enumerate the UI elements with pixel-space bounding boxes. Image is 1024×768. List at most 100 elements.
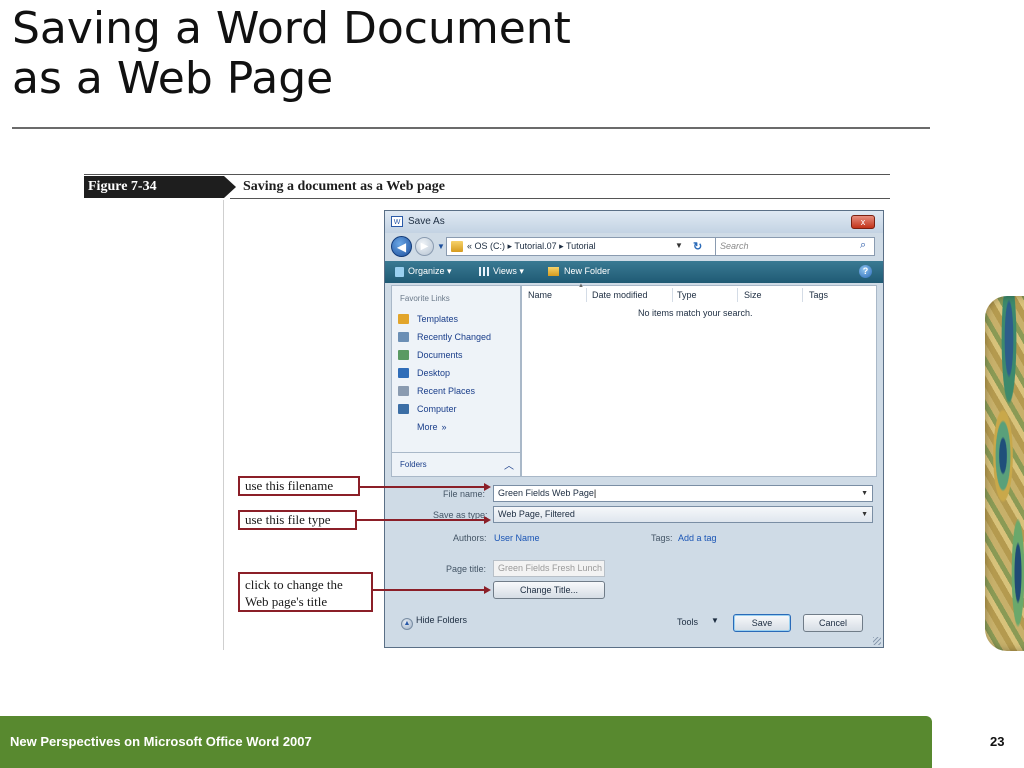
favorite-link-desktop[interactable]: Desktop xyxy=(398,364,491,382)
recent-changed-icon xyxy=(398,332,409,342)
page-title-label: Page title: xyxy=(446,564,487,574)
chevron-down-icon[interactable]: ▼ xyxy=(861,486,868,501)
back-button[interactable]: ◀ xyxy=(391,236,412,257)
column-tags[interactable]: Tags xyxy=(809,290,828,300)
favorite-link-label: Recently Changed xyxy=(417,332,492,342)
tags-label: Tags: xyxy=(651,533,673,543)
views-menu[interactable]: Views ▾ xyxy=(493,266,524,277)
callout-change-title-line1: click to change the xyxy=(245,577,343,592)
authors-label: Authors: xyxy=(453,533,487,543)
new-folder-button[interactable]: New Folder xyxy=(564,266,610,276)
favorite-link-more[interactable]: More» xyxy=(398,418,491,436)
file-name-value: Green Fields Web Page xyxy=(498,488,594,498)
favorite-link-label: Templates xyxy=(417,314,459,324)
dialog-title: Save As xyxy=(408,216,445,227)
figure-bottom-rule xyxy=(230,198,890,199)
empty-message: No items match your search. xyxy=(638,308,753,318)
callout-filename: use this filename xyxy=(238,476,360,496)
column-separator[interactable] xyxy=(802,288,803,302)
favorite-link-label: Desktop xyxy=(417,368,451,378)
favorite-link-recent-places[interactable]: Recent Places xyxy=(398,382,491,400)
crumb-tutorial[interactable]: Tutorial xyxy=(566,241,596,251)
navigation-pane: Favorite Links Templates Recently Changed… xyxy=(391,285,521,477)
column-separator[interactable] xyxy=(586,288,587,302)
computer-icon xyxy=(398,404,409,414)
sort-caret-icon: ▲ xyxy=(578,283,584,289)
cancel-button[interactable]: Cancel xyxy=(803,614,863,632)
desktop-icon xyxy=(398,368,409,378)
search-input[interactable]: Search ⌕ xyxy=(715,237,875,256)
arrow-head-icon xyxy=(484,516,491,524)
file-name-input[interactable]: Green Fields Web Page| ▼ xyxy=(493,485,873,502)
tools-dropdown-icon[interactable]: ▼ xyxy=(711,616,719,625)
folders-label: Folders xyxy=(400,460,427,469)
tools-menu[interactable]: Tools xyxy=(677,617,698,627)
address-dropdown-icon[interactable]: ▼ xyxy=(675,241,683,250)
close-button[interactable]: x xyxy=(851,215,875,229)
dialog-toolbar: Organize ▾ Views ▾ New Folder ? xyxy=(385,261,883,283)
figure-top-rule xyxy=(84,174,890,175)
more-chevron-icon: » xyxy=(441,422,447,432)
save-as-type-value: Web Page, Filtered xyxy=(498,509,575,519)
callout-filetype-arrow xyxy=(357,519,484,521)
authors-value[interactable]: User Name xyxy=(494,533,540,543)
documents-icon xyxy=(398,350,409,360)
crumb-separator: ▸ xyxy=(507,241,513,251)
column-type[interactable]: Type xyxy=(677,290,697,300)
change-title-button[interactable]: Change Title... xyxy=(493,581,605,599)
footer-bar: New Perspectives on Microsoft Office Wor… xyxy=(0,716,932,768)
favorite-link-label: Computer xyxy=(417,404,457,414)
refresh-icon[interactable]: ↻ xyxy=(693,240,702,253)
chevron-down-icon[interactable]: ▼ xyxy=(861,507,868,522)
figure-margin-line xyxy=(223,200,224,650)
resize-grip-icon[interactable] xyxy=(873,637,881,645)
crumb-os-c[interactable]: OS (C:) xyxy=(475,241,506,251)
help-icon[interactable]: ? xyxy=(859,265,872,278)
column-separator[interactable] xyxy=(672,288,673,302)
slide-title: Saving a Word Document as a Web Page xyxy=(12,4,571,104)
save-as-dialog: W Save As x ◀ ▶ ▼ « OS (C:) ▸ Tutorial.0… xyxy=(384,210,884,648)
column-name[interactable]: Name xyxy=(528,290,552,300)
favorite-links-header: Favorite Links xyxy=(400,294,450,303)
favorite-link-templates[interactable]: Templates xyxy=(398,310,491,328)
favorite-link-recently-changed[interactable]: Recently Changed xyxy=(398,328,491,346)
favorite-link-label: Documents xyxy=(417,350,463,360)
callout-filename-arrow xyxy=(360,486,484,488)
callout-change-title-arrow xyxy=(373,589,484,591)
address-row: ◀ ▶ ▼ « OS (C:) ▸ Tutorial.07 ▸ Tutorial… xyxy=(385,233,883,261)
crumb-separator: ▸ xyxy=(559,241,564,251)
favorite-link-label: Recent Places xyxy=(417,386,476,396)
recent-pages-dropdown[interactable]: ▼ xyxy=(437,242,445,251)
address-bar[interactable]: « OS (C:) ▸ Tutorial.07 ▸ Tutorial ▼ ↻ xyxy=(446,237,716,256)
column-separator[interactable] xyxy=(737,288,738,302)
forward-button[interactable]: ▶ xyxy=(415,237,434,256)
favorite-link-computer[interactable]: Computer xyxy=(398,400,491,418)
views-icon xyxy=(479,267,489,276)
organize-menu[interactable]: Organize ▾ xyxy=(408,266,452,277)
hide-folders-label: Hide Folders xyxy=(416,615,468,625)
peacock-feather-image xyxy=(985,296,1024,651)
folders-bar[interactable]: Folders ︿ xyxy=(392,452,520,477)
column-size[interactable]: Size xyxy=(744,290,762,300)
search-placeholder: Search xyxy=(720,241,749,251)
save-button[interactable]: Save xyxy=(733,614,791,632)
crumb-tutorial07[interactable]: Tutorial.07 xyxy=(514,241,556,251)
address-chevrons[interactable]: « xyxy=(467,241,472,251)
search-icon[interactable]: ⌕ xyxy=(860,239,866,252)
callout-change-title: click to change the Web page's title xyxy=(238,572,373,612)
save-as-type-select[interactable]: Web Page, Filtered ▼ xyxy=(493,506,873,523)
chevron-up-icon[interactable]: ︿ xyxy=(504,457,514,472)
address-path: « OS (C:) ▸ Tutorial.07 ▸ Tutorial xyxy=(467,241,596,252)
figure-label: Figure 7-34 xyxy=(84,176,224,198)
callout-filetype: use this file type xyxy=(238,510,357,530)
arrow-head-icon xyxy=(484,483,491,491)
hide-folders-button[interactable]: ▲ Hide Folders xyxy=(401,615,467,630)
favorite-links-list: Templates Recently Changed Documents Deskto… xyxy=(398,310,491,436)
add-tag-link[interactable]: Add a tag xyxy=(678,533,717,543)
slide-title-line2: as a Web Page xyxy=(12,53,334,104)
favorite-link-documents[interactable]: Documents xyxy=(398,346,491,364)
folder-icon xyxy=(451,241,463,252)
word-doc-icon: W xyxy=(391,216,403,227)
figure-label-arrow xyxy=(224,176,236,198)
column-date-modified[interactable]: Date modified xyxy=(592,290,648,300)
